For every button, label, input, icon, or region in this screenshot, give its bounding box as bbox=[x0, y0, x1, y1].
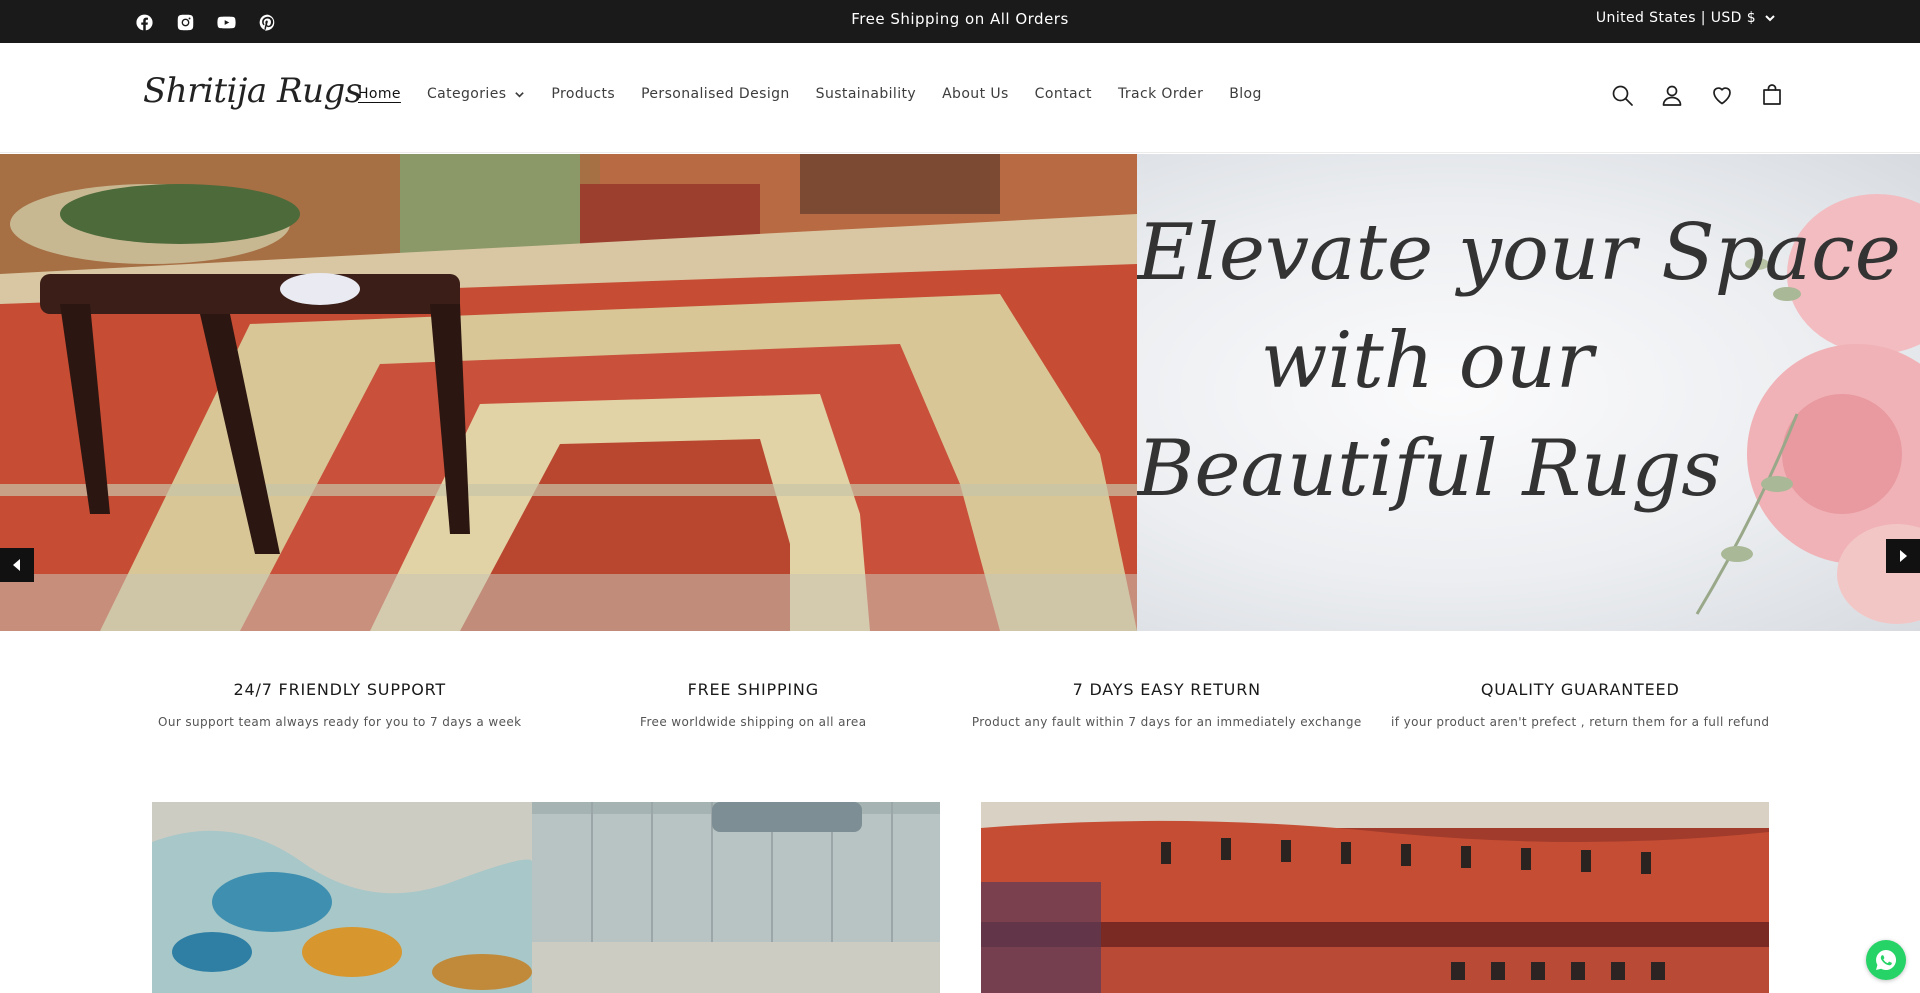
feature-title: 24/7 FRIENDLY SUPPORT bbox=[233, 680, 446, 699]
feature-text: Free worldwide shipping on all area bbox=[640, 715, 867, 729]
nav-contact[interactable]: Contact bbox=[1035, 86, 1092, 102]
feature-shipping: FREE SHIPPING Free worldwide shipping on… bbox=[547, 680, 961, 729]
feature-text: Our support team always ready for you to… bbox=[157, 715, 522, 729]
nav-blog[interactable]: Blog bbox=[1229, 86, 1262, 102]
feature-title: FREE SHIPPING bbox=[687, 680, 819, 699]
hero-line-1: Elevate your Space bbox=[1137, 208, 1901, 298]
search-icon[interactable] bbox=[1608, 81, 1636, 109]
whatsapp-icon bbox=[1876, 949, 1897, 970]
nav-about-us[interactable]: About Us bbox=[942, 86, 1009, 102]
whatsapp-chat-button[interactable] bbox=[1866, 940, 1906, 980]
feature-quality: QUALITY GUARANTEED if your product aren'… bbox=[1374, 680, 1788, 729]
chevron-left-icon bbox=[13, 559, 20, 571]
locale-selector[interactable]: United States | USD $ bbox=[1596, 10, 1776, 26]
hero-heading: Elevate your Space with our Beautiful Ru… bbox=[1137, 199, 1901, 523]
feature-title: QUALITY GUARANTEED bbox=[1480, 680, 1680, 699]
header-actions bbox=[1608, 81, 1786, 109]
nav-products[interactable]: Products bbox=[551, 86, 615, 102]
nav-categories[interactable]: Categories bbox=[427, 86, 525, 102]
feature-support: 24/7 FRIENDLY SUPPORT Our support team a… bbox=[133, 680, 547, 729]
chevron-down-icon bbox=[515, 91, 525, 98]
feature-text: if your product aren't prefect , return … bbox=[1391, 715, 1770, 729]
nav-track-order[interactable]: Track Order bbox=[1118, 86, 1203, 102]
slide-next-button[interactable] bbox=[1886, 539, 1920, 573]
account-icon[interactable] bbox=[1658, 81, 1686, 109]
wishlist-icon[interactable] bbox=[1708, 81, 1736, 109]
collection-tile-modern[interactable] bbox=[152, 802, 940, 993]
announcement-bar: Free Shipping on All Orders United State… bbox=[0, 0, 1920, 43]
hero-line-2: with our bbox=[1260, 316, 1594, 406]
chevron-right-icon bbox=[1900, 550, 1907, 562]
feature-text: Product any fault within 7 days for an i… bbox=[971, 715, 1362, 729]
nav-personalised-design[interactable]: Personalised Design bbox=[641, 86, 790, 102]
slide-prev-button[interactable] bbox=[0, 548, 34, 582]
hero-line-3: Beautiful Rugs bbox=[1137, 424, 1722, 514]
chevron-down-icon bbox=[1765, 15, 1775, 22]
nav-sustainability[interactable]: Sustainability bbox=[816, 86, 916, 102]
locale-label: United States | USD $ bbox=[1595, 10, 1756, 26]
collection-tile-traditional[interactable] bbox=[981, 802, 1769, 993]
main-nav: Home Categories Products Personalised De… bbox=[358, 86, 1262, 102]
logo[interactable]: Shritija Rugs bbox=[143, 71, 362, 111]
hero-rug-image bbox=[0, 154, 1137, 631]
feature-title: 7 DAYS EASY RETURN bbox=[1072, 680, 1261, 699]
hero-text-panel: Elevate your Space with our Beautiful Ru… bbox=[1137, 154, 1920, 631]
nav-home[interactable]: Home bbox=[358, 86, 401, 102]
features-row: 24/7 FRIENDLY SUPPORT Our support team a… bbox=[133, 680, 1787, 729]
hero-slideshow: Elevate your Space with our Beautiful Ru… bbox=[0, 154, 1920, 631]
cart-icon[interactable] bbox=[1758, 81, 1786, 109]
nav-categories-label: Categories bbox=[426, 86, 507, 102]
feature-return: 7 DAYS EASY RETURN Product any fault wit… bbox=[960, 680, 1374, 729]
site-header: Shritija Rugs Home Categories Products P… bbox=[0, 43, 1920, 153]
